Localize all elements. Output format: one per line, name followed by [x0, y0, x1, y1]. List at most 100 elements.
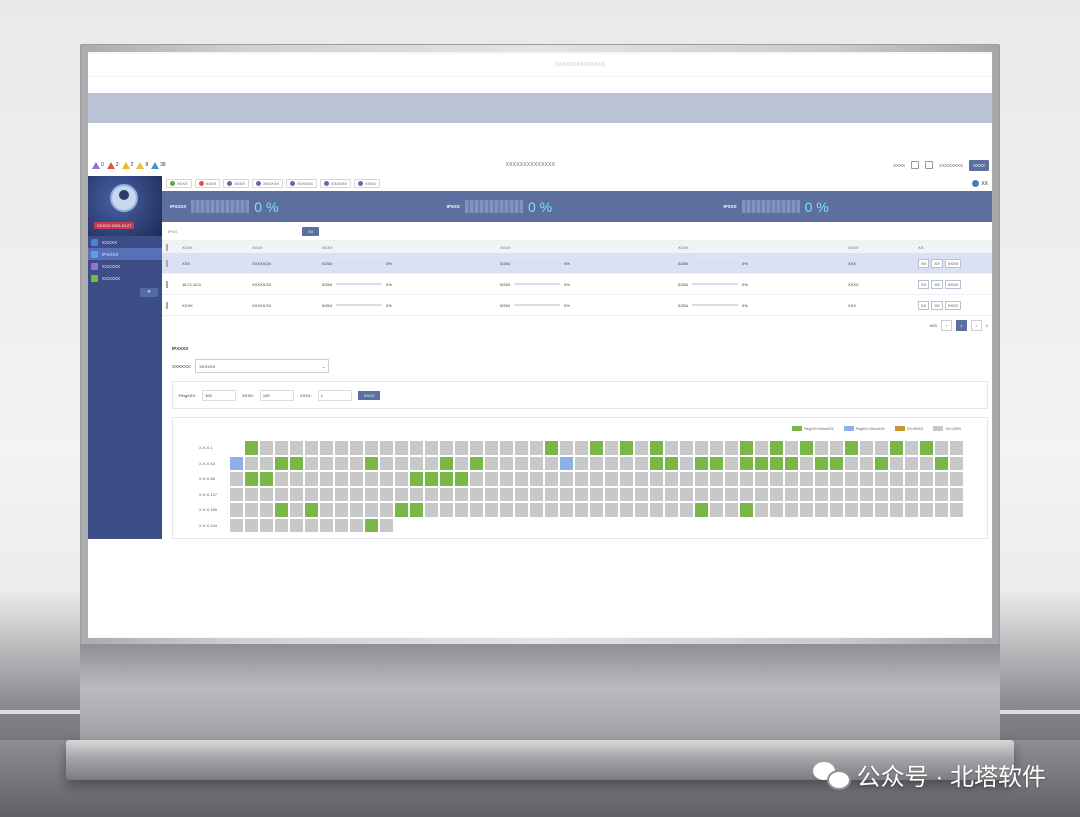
- ip-cell[interactable]: [500, 487, 513, 501]
- ip-cell[interactable]: [605, 456, 618, 470]
- table-row[interactable]: XXX XXXXX/24 0/254 0% 0/254 0% 0/254 0% XXX XX XX X…: [162, 253, 992, 274]
- ip-cell[interactable]: [605, 441, 618, 455]
- ip-cell[interactable]: [260, 472, 273, 486]
- ip-cell[interactable]: [485, 456, 498, 470]
- ip-cell[interactable]: [905, 441, 918, 455]
- ip-cell[interactable]: [335, 487, 348, 501]
- ip-cell[interactable]: [290, 441, 303, 455]
- toolbar-tab[interactable]: XXXXXX: [252, 179, 284, 188]
- ip-cell[interactable]: [305, 441, 318, 455]
- ip-cell[interactable]: [395, 487, 408, 501]
- ip-cell[interactable]: [560, 487, 573, 501]
- ip-cell[interactable]: [620, 472, 633, 486]
- ip-cell[interactable]: [440, 472, 453, 486]
- ip-cell[interactable]: [845, 441, 858, 455]
- ip-cell[interactable]: [920, 441, 933, 455]
- ip-cell[interactable]: [740, 487, 753, 501]
- ip-cell[interactable]: [560, 472, 573, 486]
- ip-cell[interactable]: [830, 456, 843, 470]
- ip-cell[interactable]: [755, 441, 768, 455]
- row-action-button[interactable]: XX: [918, 300, 930, 310]
- ip-cell[interactable]: [440, 503, 453, 517]
- ip-cell[interactable]: [650, 487, 663, 501]
- ip-cell[interactable]: [710, 456, 723, 470]
- ip-cell[interactable]: [515, 487, 528, 501]
- ip-cell[interactable]: [500, 456, 513, 470]
- ip-cell[interactable]: [230, 456, 243, 470]
- search-input[interactable]: [168, 227, 296, 235]
- column-header[interactable]: XXXX: [322, 245, 500, 250]
- ip-cell[interactable]: [500, 441, 513, 455]
- ip-cell[interactable]: [545, 456, 558, 470]
- column-header[interactable]: XXXX: [182, 245, 252, 250]
- ip-cell[interactable]: [575, 456, 588, 470]
- ip-cell[interactable]: [530, 441, 543, 455]
- ip-cell[interactable]: [755, 503, 768, 517]
- toolbar-tab[interactable]: XXXX: [166, 179, 192, 188]
- ip-cell[interactable]: [470, 441, 483, 455]
- ip-cell[interactable]: [485, 441, 498, 455]
- param-input[interactable]: 100: [202, 389, 237, 401]
- ip-cell[interactable]: [695, 472, 708, 486]
- ip-cell[interactable]: [725, 456, 738, 470]
- ip-cell[interactable]: [230, 487, 243, 501]
- ip-cell[interactable]: [770, 441, 783, 455]
- ip-cell[interactable]: [620, 503, 633, 517]
- ip-cell[interactable]: [905, 503, 918, 517]
- ip-cell[interactable]: [320, 472, 333, 486]
- ip-cell[interactable]: [320, 503, 333, 517]
- ip-cell[interactable]: [410, 472, 423, 486]
- ip-cell[interactable]: [860, 503, 873, 517]
- ip-cell[interactable]: [635, 456, 648, 470]
- ip-cell[interactable]: [665, 487, 678, 501]
- ip-cell[interactable]: [635, 441, 648, 455]
- ip-cell[interactable]: [950, 456, 963, 470]
- ip-cell[interactable]: [605, 487, 618, 501]
- ip-cell[interactable]: [290, 503, 303, 517]
- ip-cell[interactable]: [275, 441, 288, 455]
- ip-cell[interactable]: [365, 456, 378, 470]
- ip-cell[interactable]: [785, 441, 798, 455]
- ip-cell[interactable]: [695, 441, 708, 455]
- ip-cell[interactable]: [365, 487, 378, 501]
- row-checkbox[interactable]: [166, 301, 168, 309]
- ip-cell[interactable]: [245, 456, 258, 470]
- ip-cell[interactable]: [515, 503, 528, 517]
- ip-cell[interactable]: [875, 441, 888, 455]
- page-size[interactable]: 1: [986, 323, 988, 328]
- ip-cell[interactable]: [755, 487, 768, 501]
- header-button[interactable]: XXXX: [968, 159, 989, 171]
- row-action-button[interactable]: XXXX: [944, 300, 962, 310]
- row-action-button[interactable]: XX: [931, 300, 943, 310]
- ip-cell[interactable]: [830, 472, 843, 486]
- ip-cell[interactable]: [530, 487, 543, 501]
- ip-cell[interactable]: [530, 456, 543, 470]
- ip-cell[interactable]: [545, 441, 558, 455]
- ip-cell[interactable]: [875, 487, 888, 501]
- ip-cell[interactable]: [785, 472, 798, 486]
- ip-cell[interactable]: [845, 503, 858, 517]
- ip-cell[interactable]: [920, 472, 933, 486]
- ip-cell[interactable]: [440, 487, 453, 501]
- ip-cell[interactable]: [860, 472, 873, 486]
- ip-cell[interactable]: [350, 503, 363, 517]
- ip-cell[interactable]: [335, 456, 348, 470]
- ip-cell[interactable]: [575, 472, 588, 486]
- ip-cell[interactable]: [350, 456, 363, 470]
- sidebar-item[interactable]: XXXXXX: [88, 272, 162, 284]
- toolbar-tab[interactable]: XXXXXX: [320, 179, 352, 188]
- ip-cell[interactable]: [410, 503, 423, 517]
- ip-cell[interactable]: [680, 503, 693, 517]
- ip-cell[interactable]: [470, 503, 483, 517]
- ip-cell[interactable]: [815, 441, 828, 455]
- ip-cell[interactable]: [305, 518, 318, 532]
- sidebar-item[interactable]: IPXXXX: [88, 248, 162, 260]
- ip-cell[interactable]: [305, 456, 318, 470]
- warning-counter[interactable]: 38: [151, 161, 166, 169]
- warning-counter[interactable]: 2: [121, 161, 133, 169]
- ip-cell[interactable]: [500, 472, 513, 486]
- ip-cell[interactable]: [860, 487, 873, 501]
- ip-cell[interactable]: [650, 503, 663, 517]
- ip-cell[interactable]: [395, 456, 408, 470]
- ip-cell[interactable]: [290, 456, 303, 470]
